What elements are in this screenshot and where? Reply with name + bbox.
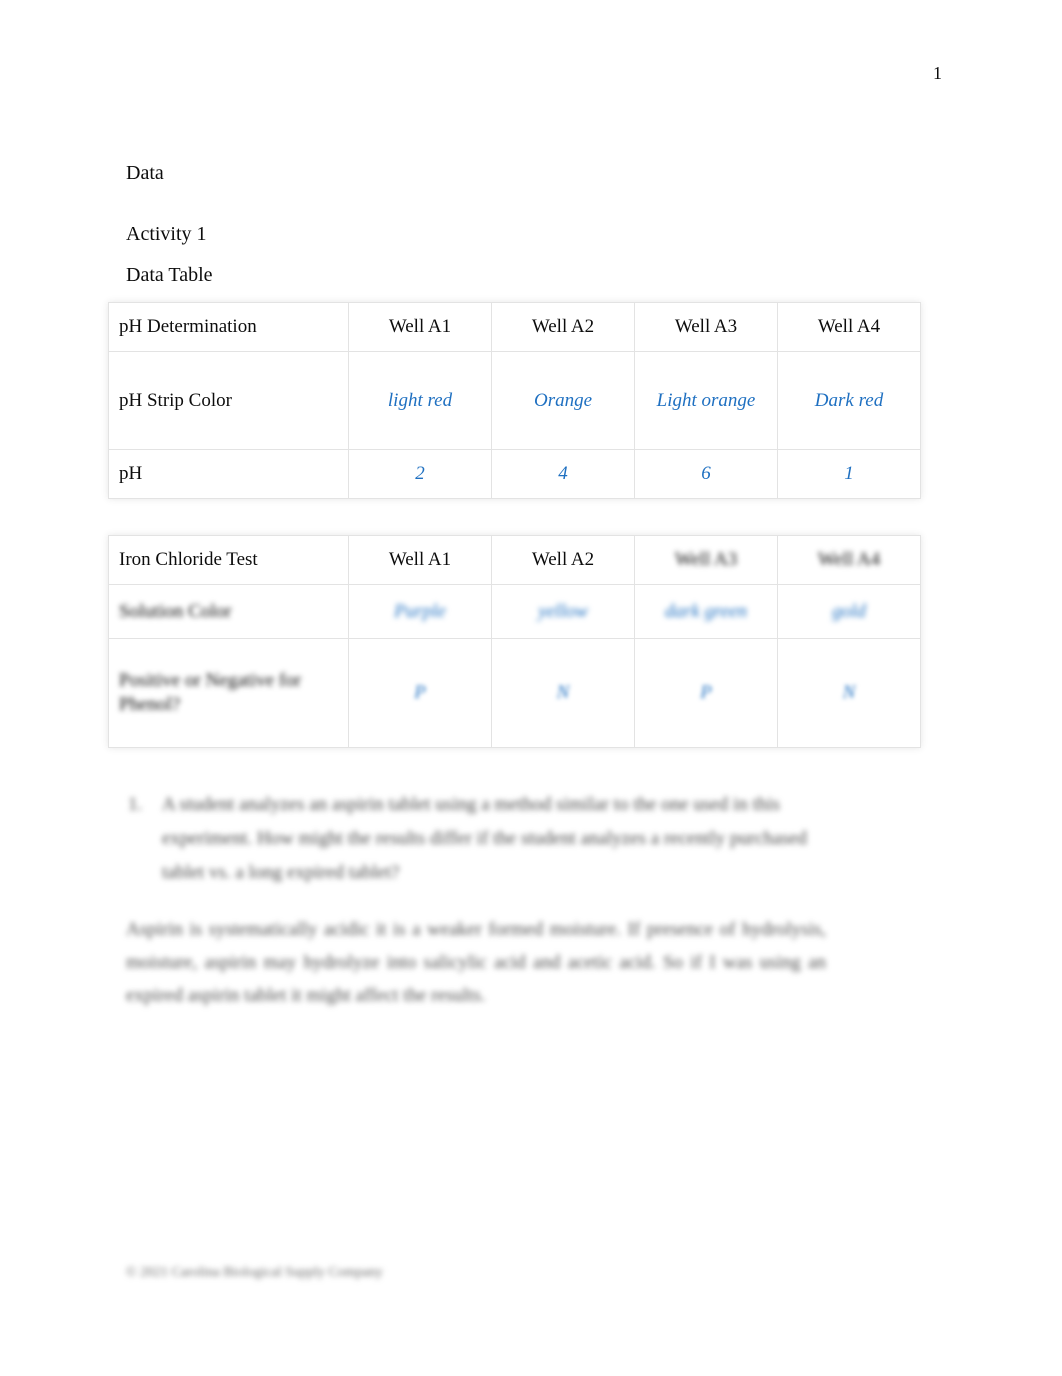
- question-text: A student analyzes an aspirin tablet usi…: [162, 794, 807, 883]
- ph-strip-color-well-a4[interactable]: Dark red: [777, 351, 921, 450]
- solution-color-label: Solution Color: [108, 584, 349, 639]
- heading-data: Data: [126, 162, 164, 184]
- ph-value-well-a3[interactable]: 6: [634, 449, 778, 499]
- ph-value-label: pH: [108, 449, 349, 499]
- table-row: pH Determination Well A1 Well A2 Well A3…: [108, 302, 921, 352]
- ph-strip-color-label: pH Strip Color: [108, 351, 349, 450]
- solution-color-well-a3[interactable]: dark green: [634, 584, 778, 639]
- ph-table-col-well-a2: Well A2: [491, 302, 635, 352]
- phenol-result-well-a3[interactable]: P: [634, 638, 778, 748]
- table-row: pH 2 4 6 1: [108, 449, 921, 499]
- iron-table-title: Iron Chloride Test: [108, 535, 349, 585]
- iron-table-col-well-a4: Well A4: [777, 535, 921, 585]
- heading-activity: Activity 1: [126, 223, 207, 245]
- ph-determination-table: pH Determination Well A1 Well A2 Well A3…: [108, 302, 921, 499]
- ph-value-well-a1[interactable]: 2: [348, 449, 492, 499]
- document-page: 1 Data Activity 1 Data Table pH Determin…: [0, 0, 1062, 1376]
- ph-table-title: pH Determination: [108, 302, 349, 352]
- solution-color-well-a2[interactable]: yellow: [491, 584, 635, 639]
- solution-color-well-a1[interactable]: Purple: [348, 584, 492, 639]
- ph-value-well-a4[interactable]: 1: [777, 449, 921, 499]
- ph-strip-color-well-a1[interactable]: light red: [348, 351, 492, 450]
- phenol-result-well-a1[interactable]: P: [348, 638, 492, 748]
- ph-table-col-well-a3: Well A3: [634, 302, 778, 352]
- ph-table-col-well-a1: Well A1: [348, 302, 492, 352]
- iron-table-col-well-a3: Well A3: [634, 535, 778, 585]
- heading-data-table: Data Table: [126, 264, 213, 286]
- question-number: 1.: [128, 794, 143, 815]
- table-row: Iron Chloride Test Well A1 Well A2 Well …: [108, 535, 921, 585]
- phenol-result-well-a2[interactable]: N: [491, 638, 635, 748]
- iron-table-col-well-a1: Well A1: [348, 535, 492, 585]
- ph-table-col-well-a4: Well A4: [777, 302, 921, 352]
- footer-copyright: © 2021 Carolina Biological Supply Compan…: [126, 1265, 383, 1280]
- table-row: Solution Color Purple yellow dark green …: [108, 584, 921, 639]
- phenol-result-well-a4[interactable]: N: [777, 638, 921, 748]
- ph-value-well-a2[interactable]: 4: [491, 449, 635, 499]
- ph-strip-color-well-a2[interactable]: Orange: [491, 351, 635, 450]
- ph-strip-color-well-a3[interactable]: Light orange: [634, 351, 778, 450]
- solution-color-well-a4[interactable]: gold: [777, 584, 921, 639]
- page-number: 1: [933, 63, 942, 83]
- table-row: Positive or Negative for Phenol? P N P N: [108, 638, 921, 748]
- iron-chloride-test-table: Iron Chloride Test Well A1 Well A2 Well …: [108, 535, 921, 748]
- question-answer-text[interactable]: Aspirin is systematically acidic it is a…: [126, 913, 826, 1012]
- question-block: 1. A student analyzes an aspirin tablet …: [128, 788, 818, 890]
- iron-table-col-well-a2: Well A2: [491, 535, 635, 585]
- table-row: pH Strip Color light red Orange Light or…: [108, 351, 921, 450]
- phenol-result-label: Positive or Negative for Phenol?: [108, 638, 349, 748]
